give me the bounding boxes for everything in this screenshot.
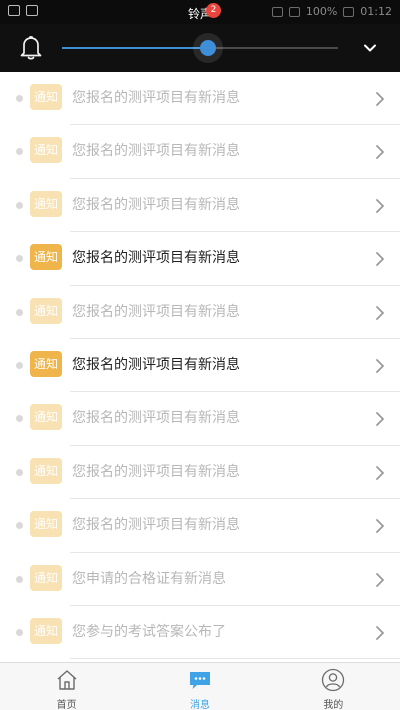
message-item[interactable]: 通知 您报名的测评项目有新消息 [0, 72, 400, 126]
chevron-right-icon [376, 412, 384, 427]
battery-icon [343, 6, 355, 17]
clock-text: 01:12 [360, 5, 392, 18]
row-divider [70, 658, 400, 660]
status-bar: 铃声 100% 01:12 [0, 0, 400, 24]
chevron-right-icon [376, 198, 384, 213]
chevron-right-icon [376, 626, 384, 640]
notice-tag: 通知 [30, 617, 62, 644]
tab-profile-label: 我的 [323, 700, 344, 710]
message-text: 您报名的测评项目有新消息 [72, 303, 240, 320]
message-text: 您参与的考试答案公布了 [72, 623, 226, 640]
notice-tag: 通知 [30, 84, 62, 110]
unread-dot [16, 628, 23, 636]
slider-knob[interactable] [200, 40, 217, 56]
chevron-right-icon [376, 572, 384, 587]
message-text: 您报名的测评项目有新消息 [72, 143, 240, 160]
unread-dot [16, 308, 23, 316]
tab-home-label: 首页 [56, 700, 77, 710]
notice-tag: 通知 [30, 457, 62, 484]
message-text: 您报名的测评项目有新消息 [72, 90, 240, 106]
bottom-tab-bar: 首页 消息 我的 [0, 662, 400, 710]
message-item[interactable]: 通知 您报名的测评项目有新消息 [0, 286, 400, 339]
message-item[interactable]: 通知 您报名的测评项目有新消息 [0, 392, 400, 446]
tab-messages[interactable]: 消息 [133, 663, 266, 710]
message-item[interactable]: 通知 您报名的测评项目有新消息 [0, 339, 400, 393]
bell-icon [20, 36, 42, 60]
message-count-badge: 2 [206, 3, 221, 18]
tab-messages-label: 消息 [189, 700, 210, 710]
message-text: 您报名的测评项目有新消息 [72, 196, 240, 213]
unread-dot [16, 255, 23, 263]
notice-tag: 通知 [30, 297, 62, 324]
message-item[interactable]: 通知 您报名的测评项目有新消息 [0, 232, 400, 286]
message-list: 通知 您报名的测评项目有新消息 通知 您报名的测评项目有新消息 通知 您报名的测评项目有新… [0, 72, 400, 662]
volume-panel [0, 24, 400, 72]
notice-tag: 通知 [30, 350, 62, 377]
alarm-icon [271, 6, 283, 17]
unread-dot [16, 522, 23, 530]
notice-tag: 通知 [30, 564, 62, 591]
wifi-icon [288, 6, 300, 17]
chevron-right-icon [376, 252, 384, 267]
unread-dot [16, 148, 23, 156]
notice-tag: 通知 [30, 190, 62, 217]
chevron-right-icon [376, 519, 384, 534]
message-item[interactable]: 通知 您报名的测评项目有新消息 [0, 125, 400, 179]
status-right-icons: 100% 01:12 [271, 5, 392, 18]
message-text: 您申请的合格证有新消息 [72, 570, 226, 587]
slider-fill [62, 47, 209, 49]
message-item[interactable]: 通知 您申请的合格证有新消息 [0, 553, 400, 606]
unread-dot [16, 201, 23, 209]
unread-dot [16, 415, 23, 423]
user-icon [322, 668, 345, 692]
chevron-right-icon [376, 359, 384, 373]
unread-dot [16, 361, 23, 369]
chat-icon [189, 672, 210, 689]
message-text: 您报名的测评项目有新消息 [72, 410, 240, 427]
unread-dot [16, 575, 23, 583]
chevron-down-icon[interactable] [362, 40, 378, 56]
tab-profile[interactable]: 我的 [267, 663, 400, 710]
message-item[interactable]: 通知 您报名的测评项目有新消息 [0, 179, 400, 233]
message-item[interactable]: 通知 您参与的考试答案公布了 [0, 606, 400, 660]
ringtone-volume-slider[interactable] [62, 40, 338, 56]
message-item[interactable]: 通知 您报名的测评项目有新消息 [0, 499, 400, 553]
chevron-right-icon [376, 92, 384, 106]
message-text: 您报名的测评项目有新消息 [72, 356, 240, 373]
message-text: 您报名的测评项目有新消息 [72, 463, 240, 480]
message-item[interactable]: 通知 您报名的测评项目有新消息 [0, 446, 400, 500]
unread-dot [16, 95, 23, 102]
notice-tag: 通知 [30, 404, 62, 431]
tab-home[interactable]: 首页 [0, 663, 133, 710]
notice-tag: 通知 [30, 511, 62, 538]
battery-text: 100% [305, 5, 338, 18]
notice-tag: 通知 [30, 137, 62, 164]
unread-dot [16, 468, 23, 476]
chevron-right-icon [376, 145, 384, 160]
chevron-right-icon [376, 305, 384, 320]
notice-tag: 通知 [30, 244, 62, 271]
message-text: 您报名的测评项目有新消息 [72, 517, 240, 534]
home-icon [57, 670, 77, 690]
message-text: 您报名的测评项目有新消息 [72, 250, 240, 267]
chevron-right-icon [376, 465, 384, 480]
